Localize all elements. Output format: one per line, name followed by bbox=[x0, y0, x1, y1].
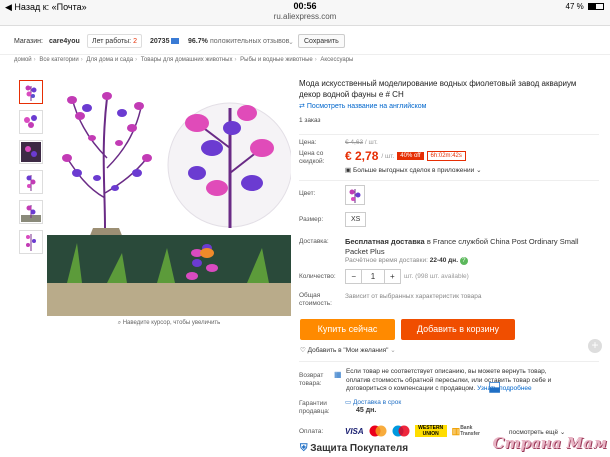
learn-more-link[interactable]: Узнать подробнее bbox=[477, 385, 532, 392]
buy-now-button[interactable]: Купить сейчас bbox=[300, 319, 395, 340]
discount-price: € 2,78 bbox=[345, 149, 379, 163]
breadcrumb-home[interactable]: домой bbox=[14, 57, 32, 63]
thumbnail[interactable] bbox=[19, 230, 43, 254]
payment-label: Оплата: bbox=[299, 428, 324, 435]
total-label: Общая стоимость: bbox=[299, 292, 332, 307]
return-badge-icon: ⬓ bbox=[488, 378, 502, 394]
add-to-cart-button[interactable]: Добавить в корзину bbox=[401, 319, 515, 340]
quantity-input[interactable]: 1 bbox=[361, 270, 385, 283]
color-label: Цвет: bbox=[299, 190, 316, 197]
size-label: Размер: bbox=[299, 216, 324, 223]
orders-count: 1 заказ bbox=[299, 117, 321, 124]
western-union-logo: WESTERN UNION bbox=[414, 425, 447, 437]
discount-price-label: Цена со скидкой: bbox=[299, 150, 325, 165]
browser-status-bar: ◀ Назад к: «Почта» 00:56 ru.aliexpress.c… bbox=[0, 0, 610, 26]
breadcrumb-all[interactable]: Все категории bbox=[39, 57, 78, 63]
visa-logo: VISA bbox=[345, 426, 364, 436]
size-option-xs[interactable]: XS bbox=[345, 212, 367, 227]
product-title: Мода искусственный моделирование водных … bbox=[299, 79, 577, 99]
buyer-protection: ⛨ Защита Покупателя bbox=[300, 443, 409, 454]
mastercard-icon bbox=[369, 425, 387, 437]
decrease-button[interactable]: − bbox=[346, 270, 361, 283]
store-label: Магазин: bbox=[14, 38, 43, 45]
medal-icon bbox=[171, 37, 179, 47]
bank-transfer-logo: ▥ Bank Transfer bbox=[451, 425, 480, 437]
chevron-down-icon: ⌄ bbox=[390, 347, 396, 354]
view-english-title-link[interactable]: ⇄ Посмотреть название на английском bbox=[299, 102, 599, 110]
add-icon[interactable]: + bbox=[588, 339, 602, 353]
heart-icon: ♡ bbox=[300, 347, 308, 354]
product-main-image[interactable] bbox=[47, 78, 293, 316]
delivery-time: Расчётное время доставки: 22-40 дн. ? bbox=[345, 257, 468, 265]
product-info: Мода искусственный моделирование водных … bbox=[299, 78, 599, 124]
breadcrumb-pets[interactable]: Товары для домашних животных bbox=[141, 57, 233, 63]
countdown-timer: 6h:02m:42s bbox=[426, 151, 466, 161]
globe-icon: ⇄ bbox=[299, 103, 307, 110]
total-note: Зависит от выбранных характеристик товар… bbox=[345, 293, 482, 300]
url-bar[interactable]: ru.aliexpress.com bbox=[0, 12, 610, 21]
shipping-label: Доставка: bbox=[299, 238, 329, 245]
chevron-down-icon[interactable]: ⌄ bbox=[288, 38, 294, 46]
payment-logos: VISA WESTERN UNION ▥ Bank Transfer bbox=[345, 425, 482, 437]
color-swatch[interactable] bbox=[345, 185, 365, 205]
thumbnail[interactable] bbox=[19, 140, 43, 164]
app-icon: ▣ bbox=[345, 167, 353, 174]
save-store-button[interactable]: Сохранить bbox=[298, 34, 345, 48]
help-icon[interactable]: ? bbox=[459, 257, 468, 265]
thumbnail[interactable] bbox=[19, 110, 43, 134]
years-badge: Лет работы: 2 bbox=[87, 34, 142, 48]
return-policy: Если товар не соответствует описанию, вы… bbox=[346, 368, 552, 392]
store-name[interactable]: care4you bbox=[49, 38, 80, 45]
thumbnail[interactable] bbox=[19, 200, 43, 224]
quantity-stepper: − 1 + bbox=[345, 269, 401, 284]
chevron-down-icon: ⌄ bbox=[476, 167, 482, 174]
breadcrumb-accessories[interactable]: Аксессуары bbox=[320, 57, 353, 63]
add-to-wishlist[interactable]: ♡ Добавить в "Мои желания" ⌄ bbox=[300, 346, 396, 354]
thumbnail-list bbox=[19, 80, 43, 260]
thumbnail[interactable] bbox=[19, 170, 43, 194]
positive-label: положительных отзывов bbox=[210, 38, 290, 45]
breadcrumb-fish[interactable]: Рыбы и водные животные bbox=[240, 57, 313, 63]
breadcrumb-home-garden[interactable]: Для дома и сада bbox=[86, 57, 133, 63]
guarantee-days: 45 дн. bbox=[356, 407, 377, 414]
shield-icon: ⛨ bbox=[300, 443, 311, 454]
clock: 00:56 bbox=[293, 1, 317, 11]
return-label: Возврат товара: bbox=[299, 372, 324, 387]
shipping-info: Бесплатная доставка в France службой Chi… bbox=[345, 237, 579, 256]
battery-icon bbox=[588, 3, 604, 11]
truck-icon: ▭ bbox=[345, 399, 353, 406]
feedback-count[interactable]: 20735 bbox=[150, 38, 169, 45]
guarantee-info: ▭ Доставка в срок bbox=[345, 399, 402, 406]
old-price: € 4,63 bbox=[345, 139, 364, 146]
zoom-hint: ⌕ Наведите курсор, чтобы увеличить bbox=[117, 320, 221, 326]
plant-illustration bbox=[62, 92, 152, 238]
price-label: Цена: bbox=[299, 139, 317, 146]
store-bar: Магазин: care4you Лет работы: 2 20735 96… bbox=[0, 33, 610, 51]
guarantee-label: Гарантии продавца: bbox=[299, 400, 330, 415]
battery-indicator: 47 % bbox=[566, 2, 604, 11]
discount-badge: 40% off bbox=[397, 152, 424, 160]
available-count: шт. (998 шт. available) bbox=[404, 273, 469, 280]
app-deals-link[interactable]: ▣ Больше выгодных сделок в приложении ⌄ bbox=[345, 166, 482, 174]
shield-icon: ▦ bbox=[334, 370, 342, 379]
breadcrumb: домой › Все категории › Для дома и сада › Т… bbox=[0, 54, 610, 66]
watermark-logo: Страна Мам bbox=[492, 434, 607, 452]
quantity-label: Количество: bbox=[299, 273, 336, 280]
increase-button[interactable]: + bbox=[385, 270, 400, 283]
positive-percent: 96.7% bbox=[188, 38, 208, 45]
maestro-icon bbox=[392, 425, 410, 437]
thumbnail[interactable] bbox=[19, 80, 43, 104]
